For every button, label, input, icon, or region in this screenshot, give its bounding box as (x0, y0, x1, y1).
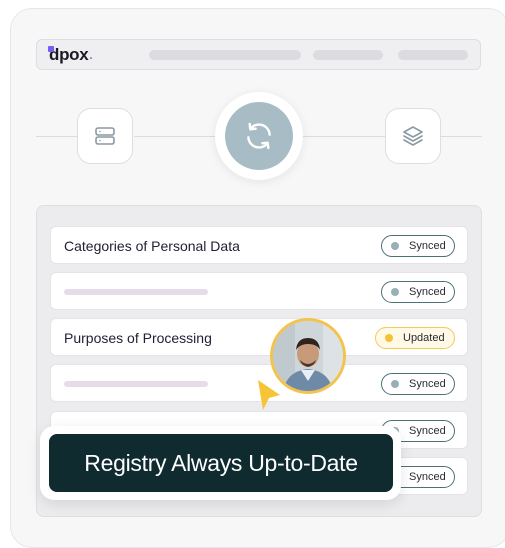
status-dot (385, 334, 393, 342)
connector-line-center-right (300, 136, 386, 137)
brand-logo: dpox. (48, 45, 93, 65)
status-text: Synced (409, 286, 446, 298)
registry-row: Categories of Personal Data Synced (50, 226, 468, 264)
status-text: Updated (403, 332, 445, 344)
browser-bar: dpox. (36, 39, 481, 70)
sync-icon (247, 122, 271, 150)
row-placeholder (64, 381, 208, 387)
logo-mark (48, 46, 54, 52)
status-dot (391, 288, 399, 296)
layers-node (385, 108, 441, 164)
sync-node (215, 92, 303, 180)
nav-placeholder-3 (313, 50, 383, 60)
logo-text: dpox (49, 45, 89, 64)
server-node (77, 108, 133, 164)
server-icon (95, 127, 115, 145)
connector-line-center-left (134, 136, 218, 137)
sync-circle (225, 102, 293, 170)
status-badge-updated: Updated (375, 327, 455, 349)
layers-icon (403, 126, 423, 146)
connector-line-left (36, 136, 78, 137)
nav-placeholder-2 (231, 50, 301, 60)
status-text: Synced (409, 425, 446, 437)
row-label: Categories of Personal Data (64, 238, 240, 254)
status-text: Synced (409, 471, 446, 483)
registry-row: Purposes of Processing Updated (50, 318, 468, 356)
logo-dot: . (89, 48, 93, 62)
cursor-pointer-icon (258, 380, 280, 410)
status-text: Synced (409, 378, 446, 390)
connector-line-right (440, 136, 482, 137)
registry-row: Synced (50, 272, 468, 310)
status-dot (391, 380, 399, 388)
row-placeholder (64, 289, 208, 295)
status-badge: Synced (381, 235, 455, 257)
status-text: Synced (409, 240, 446, 252)
status-badge: Synced (381, 373, 455, 395)
toast-message: Registry Always Up-to-Date (49, 434, 393, 492)
row-label: Purposes of Processing (64, 330, 212, 346)
status-dot (391, 242, 399, 250)
status-badge: Synced (381, 281, 455, 303)
nav-placeholder-4 (398, 50, 468, 60)
